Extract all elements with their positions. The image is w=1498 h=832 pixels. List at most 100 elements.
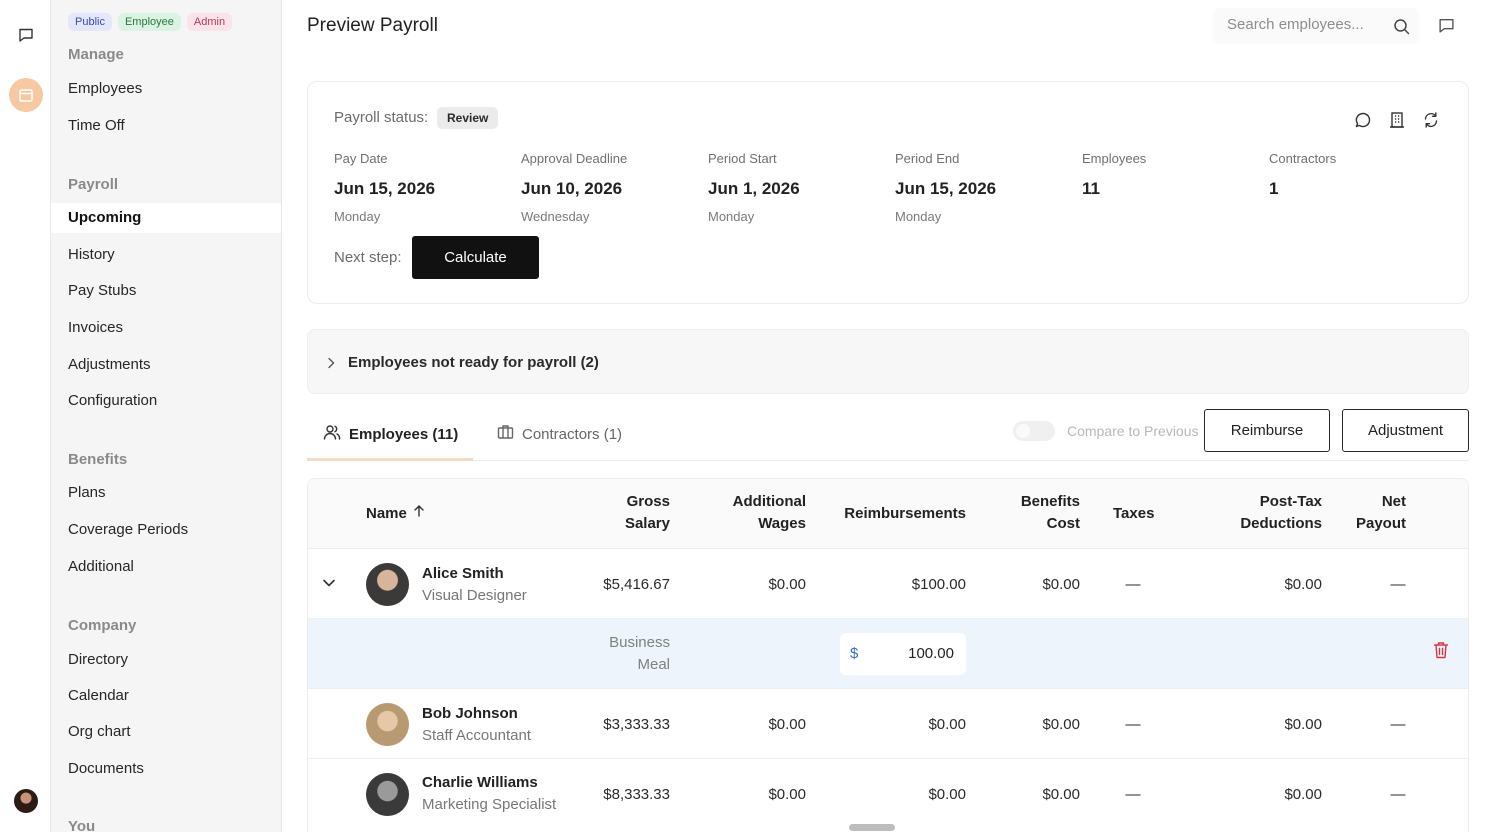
- field-value: Jun 1, 2026: [708, 179, 800, 198]
- column-taxes[interactable]: Taxes: [1113, 503, 1154, 525]
- additional-wages-value: $0.00: [768, 576, 806, 593]
- reimbursements-value: $0.00: [928, 786, 966, 803]
- column-benefits-cost[interactable]: Benefits Cost: [980, 491, 1080, 535]
- reimbursement-amount-input[interactable]: [870, 645, 954, 662]
- calendar-icon[interactable]: [9, 78, 43, 112]
- sidebar-item-adjustments[interactable]: Adjustments: [51, 350, 281, 380]
- sidebar-item-additional[interactable]: Additional: [51, 552, 281, 582]
- field-value: Jun 15, 2026: [895, 179, 997, 198]
- section-manage: Manage: [68, 46, 124, 63]
- column-post-tax-deductions[interactable]: Post-Tax Deductions: [1190, 491, 1322, 535]
- tab-contractors[interactable]: Contractors (1): [497, 424, 622, 444]
- section-benefits: Benefits: [68, 451, 128, 468]
- sidebar-item-calendar[interactable]: Calendar: [51, 681, 281, 711]
- avatar: [366, 773, 409, 816]
- scroll-handle[interactable]: [849, 824, 895, 831]
- reimbursements-value: $100.00: [911, 576, 966, 593]
- chat-icon[interactable]: [13, 22, 39, 48]
- payroll-summary-card: Payroll status: Review Pay Date Jun 15, …: [307, 81, 1469, 304]
- user-avatar[interactable]: [14, 789, 38, 813]
- column-label: Gross: [626, 493, 670, 510]
- calculate-button[interactable]: Calculate: [412, 236, 539, 279]
- employee-name[interactable]: Charlie Williams: [422, 774, 538, 791]
- field-sub: Monday: [895, 209, 942, 224]
- next-step-label: Next step:: [334, 249, 402, 266]
- message-icon[interactable]: [1438, 17, 1455, 39]
- sidebar-item-org-chart[interactable]: Org chart: [51, 717, 281, 747]
- column-additional-wages[interactable]: Additional Wages: [706, 491, 806, 535]
- table-row[interactable]: Alice Smith Visual Designer $5,416.67 $0…: [308, 549, 1468, 619]
- sidebar-item-documents[interactable]: Documents: [51, 754, 281, 784]
- active-tab-indicator: [307, 458, 473, 461]
- search-icon[interactable]: [1393, 18, 1410, 40]
- field-approval-deadline: Approval Deadline Jun 10, 2026 Wednesday: [521, 151, 701, 224]
- badge-employee[interactable]: Employee: [117, 13, 181, 31]
- sidebar-item-history[interactable]: History: [51, 240, 281, 270]
- gross-salary-value: $8,333.33: [603, 786, 670, 803]
- reimbursement-type-line: Business: [609, 634, 670, 651]
- column-label: Salary: [624, 515, 670, 532]
- post-tax-deductions-value: $0.00: [1284, 576, 1322, 593]
- gross-salary-value: $5,416.67: [603, 576, 670, 593]
- tab-employees[interactable]: Employees (11): [323, 424, 458, 444]
- reimburse-button[interactable]: Reimburse: [1204, 409, 1330, 452]
- field-value: 1: [1269, 179, 1279, 198]
- column-net-payout[interactable]: Net Payout: [1326, 491, 1406, 535]
- compare-toggle[interactable]: [1013, 421, 1055, 441]
- chevron-down-icon[interactable]: [322, 575, 336, 593]
- sidebar-item-invoices[interactable]: Invoices: [51, 313, 281, 343]
- column-gross-salary[interactable]: Gross Salary: [570, 491, 670, 535]
- benefits-cost-value: $0.00: [1042, 786, 1080, 803]
- badge-public[interactable]: Public: [68, 13, 112, 31]
- column-label: Additional: [732, 493, 806, 510]
- sidebar-item-upcoming[interactable]: Upcoming: [51, 203, 281, 233]
- refresh-icon[interactable]: [1422, 111, 1440, 129]
- trash-icon[interactable]: [1433, 641, 1449, 664]
- section-payroll: Payroll: [68, 176, 119, 193]
- column-label: Cost: [1046, 515, 1080, 532]
- taxes-value: —: [1125, 786, 1141, 803]
- column-name[interactable]: Name: [366, 503, 425, 525]
- field-sub: Wednesday: [521, 209, 590, 224]
- comment-icon[interactable]: [1354, 111, 1372, 129]
- search-input[interactable]: [1227, 16, 1377, 33]
- sidebar-item-pay-stubs[interactable]: Pay Stubs: [51, 276, 281, 306]
- table-row[interactable]: Charlie Williams Marketing Specialist $8…: [308, 759, 1468, 832]
- sidebar-item-coverage-periods[interactable]: Coverage Periods: [51, 515, 281, 545]
- tab-label: Contractors (1): [522, 425, 623, 443]
- building-icon[interactable]: [1388, 111, 1406, 129]
- employee-name[interactable]: Alice Smith: [422, 565, 504, 582]
- column-label: Net: [1381, 493, 1406, 510]
- field-sub: Monday: [334, 209, 381, 224]
- sort-asc-icon: [413, 503, 425, 525]
- benefits-cost-value: $0.00: [1042, 716, 1080, 733]
- taxes-value: —: [1125, 576, 1141, 593]
- column-label: Post-Tax: [1259, 493, 1322, 510]
- sidebar-item-configuration[interactable]: Configuration: [51, 386, 281, 416]
- avatar: [366, 703, 409, 746]
- gross-salary-value: $3,333.33: [603, 716, 670, 733]
- sidebar-item-plans[interactable]: Plans: [51, 478, 281, 508]
- badge-admin[interactable]: Admin: [186, 13, 233, 31]
- sidebar-item-time-off[interactable]: Time Off: [51, 111, 281, 141]
- page-title: Preview Payroll: [307, 15, 438, 36]
- reimbursement-type-line: Meal: [637, 656, 670, 673]
- tab-label: Employees (11): [349, 425, 459, 443]
- reimbursement-amount-field[interactable]: $: [840, 633, 966, 675]
- sidebar-item-employees[interactable]: Employees: [51, 74, 281, 104]
- employee-role: Staff Accountant: [422, 727, 531, 744]
- column-reimbursements[interactable]: Reimbursements: [826, 503, 966, 525]
- sidebar-item-directory[interactable]: Directory: [51, 645, 281, 675]
- field-pay-date: Pay Date Jun 15, 2026 Monday: [334, 151, 514, 224]
- not-ready-accordion[interactable]: Employees not ready for payroll (2): [307, 329, 1469, 394]
- adjustment-button[interactable]: Adjustment: [1342, 409, 1469, 452]
- column-label: Benefits: [1020, 493, 1080, 510]
- search-box[interactable]: [1213, 8, 1419, 44]
- field-contractors: Contractors 1: [1269, 151, 1449, 199]
- column-label: Deductions: [1240, 515, 1322, 532]
- field-label: Contractors: [1269, 151, 1337, 166]
- table-row[interactable]: Bob Johnson Staff Accountant $3,333.33 $…: [308, 689, 1468, 759]
- taxes-value: —: [1125, 716, 1141, 733]
- employee-name[interactable]: Bob Johnson: [422, 705, 518, 722]
- column-label: Payout: [1355, 515, 1406, 532]
